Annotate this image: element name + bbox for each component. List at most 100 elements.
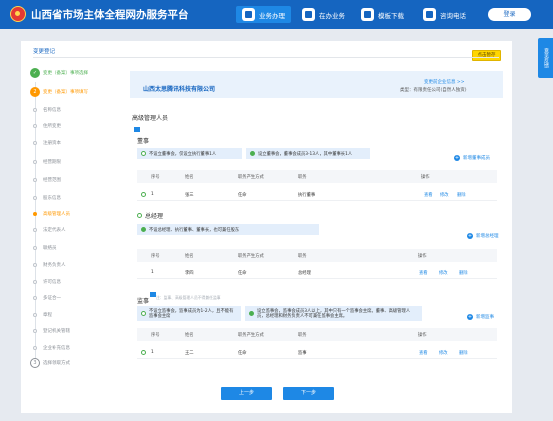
- step-item[interactable]: 许可信息: [30, 277, 110, 287]
- col-position: 职务: [298, 333, 307, 338]
- col-actions: 操作: [418, 333, 427, 338]
- step-item[interactable]: 股东信息: [30, 193, 110, 203]
- col-index: 序号: [151, 254, 160, 259]
- step-item[interactable]: 企业补充信息: [30, 343, 110, 353]
- nav-consult-phone[interactable]: 咨询电话: [423, 6, 466, 23]
- plus-icon: +: [467, 233, 473, 239]
- step-number: 2: [30, 87, 40, 97]
- edit-link[interactable]: 修改: [440, 192, 449, 198]
- add-supervisor-button[interactable]: + 新增监事: [467, 314, 494, 320]
- step-label: 企业补充信息: [43, 346, 70, 351]
- edit-link[interactable]: 修改: [439, 350, 448, 356]
- delete-link[interactable]: 删除: [459, 270, 468, 276]
- save-draft-button[interactable]: 点击暂存: [472, 50, 501, 61]
- step-item[interactable]: 登记机关管辖: [30, 326, 110, 336]
- cell-name: 王二: [185, 351, 194, 356]
- add-label: 新增董事成员: [463, 156, 490, 161]
- document-icon: [302, 8, 315, 21]
- login-button[interactable]: 登录: [488, 8, 531, 21]
- step-item[interactable]: 联络员: [30, 243, 110, 253]
- business-icon: [242, 8, 255, 21]
- step-dot-icon: [33, 313, 37, 317]
- cell-name: 张三: [185, 193, 194, 198]
- manager-option[interactable]: 不设总经理、执行董事、董事长，也可兼任股东: [137, 224, 319, 235]
- step-dot-icon: [33, 329, 37, 333]
- table-row: 1 王二 任命 监事 查看 修改 删除: [137, 346, 497, 359]
- cell-method: 任命: [238, 193, 247, 198]
- step-dot-icon: [33, 280, 37, 284]
- col-name: 姓名: [185, 254, 194, 259]
- col-index: 序号: [151, 175, 160, 180]
- step-item[interactable]: 3 选择领取方式: [30, 358, 110, 368]
- top-navigation-bar: 山西省市场主体全程网办服务平台 业务办理 在办业务 模板下载 咨询电话 登录: [0, 0, 553, 29]
- step-item[interactable]: 住所变更: [30, 121, 110, 131]
- row-radio-icon[interactable]: [141, 192, 146, 197]
- step-label: 注册资本: [43, 141, 61, 146]
- enterprise-info-link[interactable]: 变更前企业信息 >>: [424, 79, 464, 85]
- view-link[interactable]: 查看: [419, 270, 428, 276]
- step-item[interactable]: 章程: [30, 310, 110, 320]
- manager-title: 总经理: [137, 211, 163, 220]
- cell-position: 监事: [298, 351, 307, 356]
- step-label: 经营期限: [43, 160, 61, 165]
- nav-label: 模板下载: [378, 11, 404, 20]
- option-label: 不设立监事会，监事成员为1-2人，且不能有监事会主席: [149, 308, 234, 319]
- step-label: 登记机关管辖: [43, 329, 70, 334]
- cell-method: 任命: [238, 351, 247, 356]
- step-dot-icon: [33, 228, 37, 232]
- step-item[interactable]: 多证合一: [30, 293, 110, 303]
- step-dot-icon: [33, 212, 37, 216]
- step-dot-icon: [33, 178, 37, 182]
- delete-link[interactable]: 删除: [459, 350, 468, 356]
- step-label: 变更（备案）事项选择: [43, 71, 88, 76]
- step-dot-icon: [33, 141, 37, 145]
- cell-index: 1: [151, 350, 154, 355]
- step-item[interactable]: 名称信息: [30, 105, 110, 115]
- supervisor-option-1[interactable]: 不设立监事会，监事成员为1-2人，且不能有监事会主席: [137, 306, 241, 321]
- site-title: 山西省市场主体全程网办服务平台: [31, 9, 189, 21]
- board-option-1[interactable]: 不设立董事会，仅设立执行董事1人: [137, 148, 242, 159]
- view-link[interactable]: 查看: [419, 350, 428, 356]
- row-radio-icon[interactable]: [141, 350, 146, 355]
- cell-name: 李四: [185, 271, 194, 276]
- view-link[interactable]: 查看: [424, 192, 433, 198]
- step-item[interactable]: 经营范围: [30, 175, 110, 185]
- add-director-button[interactable]: + 新增董事成员: [454, 155, 490, 161]
- col-name: 姓名: [185, 175, 194, 180]
- feedback-side-tab[interactable]: 意见反馈: [538, 38, 553, 78]
- supervisor-hint: 注：监事、高级管理人员不得兼任监事: [156, 295, 221, 300]
- board-option-2[interactable]: 设立董事会，董事会成员3-13人，其中董事长1人: [246, 148, 370, 159]
- next-step-button[interactable]: 下一步: [283, 387, 334, 400]
- edit-link[interactable]: 修改: [439, 270, 448, 276]
- nav-business[interactable]: 业务办理: [236, 6, 291, 23]
- table-row: 1 李四 任命 总经理 查看 修改 删除: [137, 266, 497, 279]
- step-item[interactable]: 法定代表人: [30, 225, 110, 235]
- step-label: 多证合一: [43, 296, 61, 301]
- nav-template-download[interactable]: 模板下载: [361, 6, 404, 23]
- national-emblem-icon: [10, 6, 26, 22]
- step-label: 住所变更: [43, 124, 61, 129]
- step-label: 联络员: [43, 246, 57, 251]
- step-dot-icon: [33, 246, 37, 250]
- supervisor-option-2[interactable]: 设立监事会，监事会成员3人以上，其中只有一个监事会主席。董事、高级管理人员，总经…: [245, 306, 422, 321]
- table-header: 序号 姓名 职务产生方式 职务 操作: [137, 170, 497, 183]
- step-dot-icon: [33, 346, 37, 350]
- radio-icon: [250, 151, 255, 156]
- step-item[interactable]: 注册资本: [30, 138, 110, 148]
- step-item[interactable]: 高级管理人员: [30, 209, 110, 219]
- step-item[interactable]: 经营期限: [30, 157, 110, 167]
- nav-in-progress[interactable]: 在办业务: [302, 6, 345, 23]
- delete-link[interactable]: 删除: [457, 192, 466, 198]
- step-dot-icon: [33, 160, 37, 164]
- add-manager-button[interactable]: + 新增总经理: [467, 233, 499, 239]
- prev-step-button[interactable]: 上一步: [221, 387, 272, 400]
- check-icon: ✓: [30, 68, 40, 78]
- step-dot-icon: [33, 263, 37, 267]
- download-icon: [361, 8, 374, 21]
- step-item[interactable]: 2 变更（备案）事项填写: [30, 87, 110, 97]
- step-item[interactable]: ✓ 变更（备案）事项选择: [30, 68, 110, 78]
- step-item[interactable]: 财务负责人: [30, 260, 110, 270]
- cell-index: 1: [151, 192, 154, 197]
- radio-icon[interactable]: [137, 213, 142, 218]
- add-label: 新增总经理: [476, 234, 499, 239]
